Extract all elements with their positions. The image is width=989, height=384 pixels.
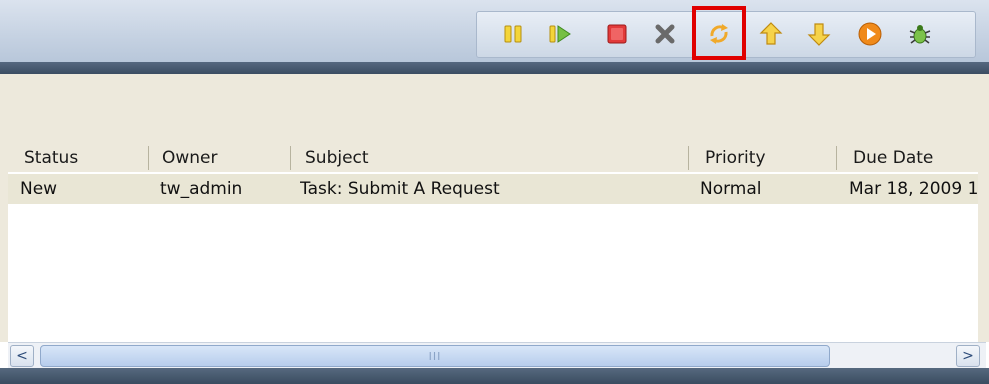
delete-button[interactable] xyxy=(651,20,679,48)
close-x-icon xyxy=(655,24,675,44)
stop-button[interactable] xyxy=(603,20,631,48)
cell-status: New xyxy=(20,179,58,199)
column-separator[interactable] xyxy=(836,146,837,170)
list-left-border xyxy=(0,172,8,342)
pause-icon xyxy=(504,25,522,43)
grip-icon: III xyxy=(428,349,442,363)
column-separator[interactable] xyxy=(290,146,291,170)
move-down-button[interactable] xyxy=(805,20,833,48)
column-header-subject[interactable]: Subject xyxy=(305,142,685,174)
chevron-right-icon: > xyxy=(962,348,974,364)
chevron-left-icon: < xyxy=(16,348,28,364)
column-separator[interactable] xyxy=(688,146,689,170)
play-circle-icon xyxy=(858,22,882,46)
toolbar-divider xyxy=(0,62,989,74)
cell-due-date: Mar 18, 2009 1 xyxy=(849,179,978,199)
scroll-thumb[interactable]: III xyxy=(40,345,830,367)
arrow-down-icon xyxy=(807,23,831,46)
scroll-right-button[interactable]: > xyxy=(956,345,980,367)
list-right-border xyxy=(978,172,989,342)
bug-icon xyxy=(909,25,931,44)
debug-button[interactable] xyxy=(906,20,934,48)
scroll-left-button[interactable]: < xyxy=(10,345,34,367)
cell-owner: tw_admin xyxy=(160,179,243,199)
resume-icon xyxy=(549,25,571,43)
column-header-status[interactable]: Status xyxy=(24,142,134,174)
column-header-priority[interactable]: Priority xyxy=(705,142,825,174)
arrow-up-icon xyxy=(759,22,783,45)
column-separator[interactable] xyxy=(148,146,149,170)
window-bottom-border xyxy=(0,368,989,384)
column-header-due-date[interactable]: Due Date xyxy=(853,142,983,174)
task-list-window: Status Owner Subject Priority Due Date N… xyxy=(0,0,989,384)
refresh-highlight-box xyxy=(692,6,746,60)
column-header-owner[interactable]: Owner xyxy=(162,142,282,174)
stop-icon xyxy=(607,24,627,44)
cell-subject: Task: Submit A Request xyxy=(300,179,500,199)
move-up-button[interactable] xyxy=(757,20,785,48)
resume-button[interactable] xyxy=(546,20,574,48)
run-button[interactable] xyxy=(856,20,884,48)
cell-priority: Normal xyxy=(700,179,762,199)
list-body xyxy=(8,204,978,340)
pause-button[interactable] xyxy=(499,20,527,48)
